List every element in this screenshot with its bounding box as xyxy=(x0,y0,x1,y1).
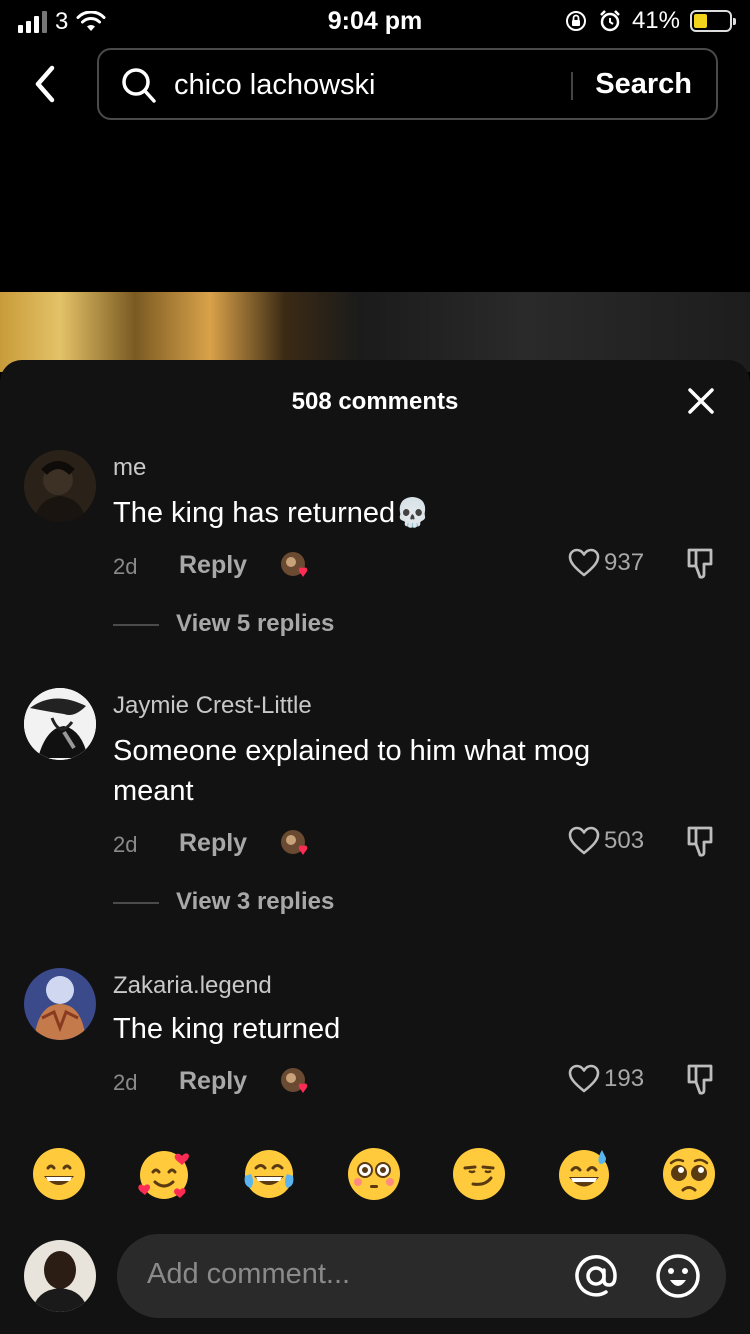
flushed-face-icon[interactable] xyxy=(346,1146,402,1202)
chevron-left-icon xyxy=(35,65,55,103)
reply-button[interactable]: Reply xyxy=(179,829,247,858)
reply-button[interactable]: Reply xyxy=(179,1067,247,1096)
alarm-icon xyxy=(600,10,620,32)
avatar[interactable] xyxy=(24,688,96,760)
orientation-lock-icon xyxy=(565,11,586,31)
comment-meta: 2d Reply 937 xyxy=(113,546,723,586)
creator-liked-icon xyxy=(281,830,308,855)
avatar[interactable] xyxy=(24,968,96,1040)
comment-username[interactable]: Jaymie Crest-Little xyxy=(113,692,312,720)
replies-divider-line xyxy=(113,624,159,626)
comment-text-body: The king has returned xyxy=(113,497,396,529)
comment-text: Someone explained to him what mog meant xyxy=(113,735,591,807)
like-button[interactable]: 937 xyxy=(568,548,644,578)
skull-emoji: 💀 xyxy=(395,496,430,529)
battery-percent: 41% xyxy=(631,7,680,34)
pleading-face-icon[interactable] xyxy=(661,1146,717,1202)
comment-username[interactable]: me xyxy=(113,454,146,482)
grinning-face-icon[interactable] xyxy=(31,1146,87,1202)
avatar[interactable] xyxy=(24,450,96,522)
status-bar: 3 9:04 pm 41% xyxy=(0,0,750,42)
dislike-icon[interactable] xyxy=(685,824,719,860)
heart-icon xyxy=(568,548,600,577)
smiling-face-with-hearts-icon[interactable] xyxy=(136,1146,192,1202)
comment-timestamp: 2d xyxy=(113,1070,138,1095)
like-button[interactable]: 193 xyxy=(568,1064,644,1094)
emoji-picker-icon[interactable] xyxy=(654,1252,702,1300)
comment-text: The king has returned💀 xyxy=(113,493,693,533)
emoji-quick-bar xyxy=(0,1146,750,1210)
creator-liked-icon xyxy=(281,552,308,577)
search-button[interactable]: Search xyxy=(595,68,692,101)
view-replies-label: View 3 replies xyxy=(176,888,335,915)
close-button[interactable] xyxy=(686,386,716,416)
view-replies-label: View 5 replies xyxy=(176,610,335,637)
dislike-icon[interactable] xyxy=(685,546,719,582)
dislike-icon[interactable] xyxy=(685,1062,719,1098)
search-divider xyxy=(571,72,573,100)
reply-button[interactable]: Reply xyxy=(179,551,247,580)
comment-timestamp: 2d xyxy=(113,832,138,857)
comment-timestamp: 2d xyxy=(113,554,138,579)
grinning-face-with-sweat-icon[interactable] xyxy=(556,1146,612,1202)
back-button[interactable] xyxy=(24,58,68,110)
like-count: 937 xyxy=(604,549,645,576)
heart-icon xyxy=(568,826,600,855)
smirking-face-icon[interactable] xyxy=(451,1146,507,1202)
comment-meta: 2d Reply 193 xyxy=(113,1062,723,1102)
heart-icon xyxy=(568,1064,600,1093)
my-avatar[interactable] xyxy=(24,1240,96,1312)
status-right: 41% xyxy=(564,7,736,35)
search-input[interactable]: chico lachowski xyxy=(174,69,375,102)
battery-icon xyxy=(690,10,736,32)
search-bar[interactable]: chico lachowski Search xyxy=(97,48,718,120)
replies-divider-line xyxy=(113,902,159,904)
add-comment-placeholder: Add comment... xyxy=(147,1258,351,1290)
close-icon xyxy=(688,388,714,414)
like-button[interactable]: 503 xyxy=(568,826,644,856)
creator-liked-icon xyxy=(281,1068,308,1093)
add-comment-input[interactable]: Add comment... xyxy=(117,1234,726,1318)
comment-username[interactable]: Zakaria.legend xyxy=(113,972,272,1000)
like-count: 193 xyxy=(604,1065,645,1092)
face-with-tears-of-joy-icon[interactable] xyxy=(241,1146,297,1202)
comments-count-title: 508 comments xyxy=(291,388,459,415)
search-icon xyxy=(122,68,156,103)
like-count: 503 xyxy=(604,827,645,854)
comment-meta: 2d Reply 503 xyxy=(113,824,723,864)
comment-text: The king returned xyxy=(113,1013,341,1045)
mention-icon[interactable] xyxy=(572,1252,620,1300)
